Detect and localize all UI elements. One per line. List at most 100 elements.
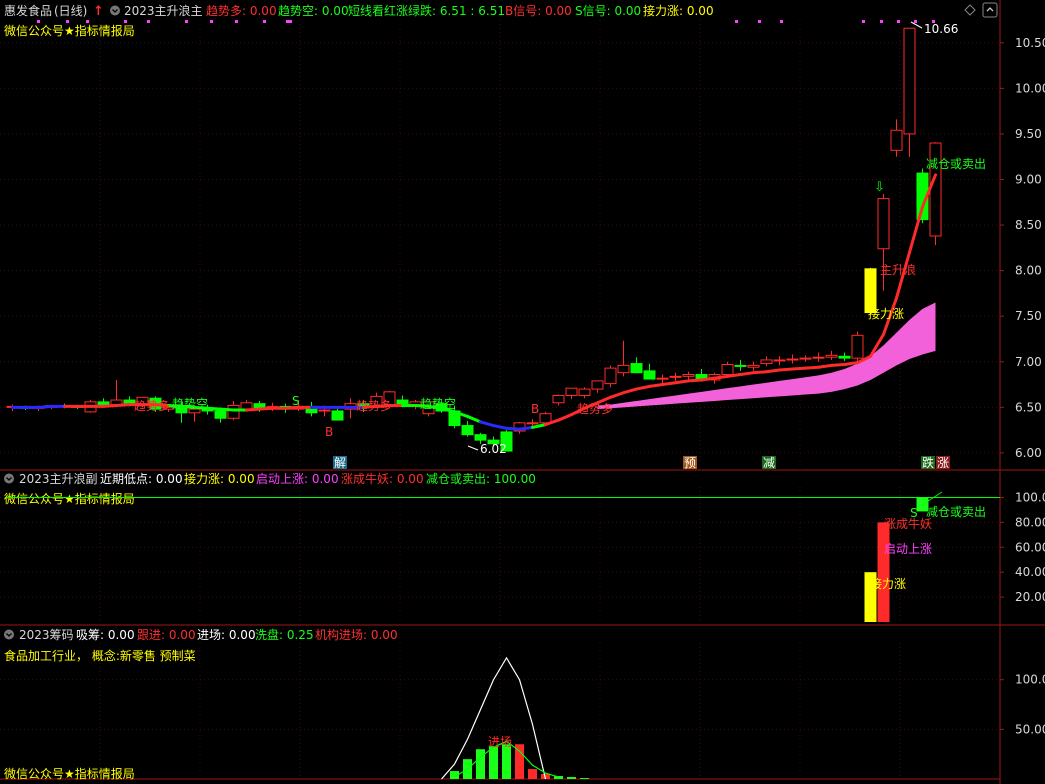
chart-label-3: S	[292, 394, 300, 408]
chart-label-5: 趋势空	[420, 397, 456, 411]
trend-segment	[791, 366, 807, 371]
chip-param-0: 吸筹: 0.00	[76, 628, 135, 642]
signal-dot	[914, 20, 917, 23]
candle	[604, 365, 617, 388]
down-arrow-icon: ⇩	[874, 180, 885, 195]
chart-label-10: 主升浪	[880, 262, 916, 277]
signal-dot	[880, 20, 883, 23]
signal-dot	[210, 20, 213, 23]
sub-param-0: 近期低点: 0.00	[100, 472, 183, 486]
indicator-settings-icon[interactable]	[110, 5, 120, 16]
price-tick-label: 9.00	[1015, 172, 1042, 186]
signal-dot	[235, 20, 238, 23]
sub-param-1: 接力涨: 0.00	[184, 471, 255, 486]
signal-dot	[780, 20, 783, 23]
bottom-tag-label: 跌	[922, 455, 934, 470]
chip-param-1: 跟进: 0.00	[137, 628, 196, 642]
trend-segment	[739, 371, 755, 377]
price-tick-label: 8.00	[1015, 264, 1042, 278]
chip-indicator-name[interactable]: 2023筹码	[19, 628, 74, 642]
trend-segment	[219, 407, 235, 412]
main-indicator-name[interactable]: 2023主升浪主	[124, 3, 203, 18]
chart-label-0: 趋势多	[134, 399, 170, 413]
chart-label-4: 趋势多	[356, 399, 392, 413]
chip-param-3: 洗盘: 0.25	[255, 627, 314, 642]
signal-dot	[263, 20, 266, 23]
trend-segment	[206, 406, 222, 411]
bottom-tag-3: 跌	[921, 455, 935, 470]
trend-segment	[115, 403, 131, 407]
candle	[851, 331, 864, 361]
trend-segment	[765, 368, 781, 374]
trend-segment	[102, 403, 118, 408]
signal-dot	[897, 20, 900, 23]
main-param-2: 短线看红涨绿跌: 6.51 : 6.51	[348, 3, 505, 18]
trend-segment	[505, 426, 521, 431]
price-tick-label: 8.50	[1015, 218, 1042, 232]
signal-dot	[185, 20, 188, 23]
main-param-3: B信号: 0.00	[505, 4, 572, 18]
price-tick-label: 9.50	[1015, 127, 1042, 141]
period-label[interactable]: (日线)	[54, 4, 87, 18]
trend-segment	[687, 378, 703, 383]
main-param-5: 接力涨: 0.00	[643, 3, 714, 18]
sub-tick-label: 100.00	[1015, 490, 1045, 504]
trend-segment	[830, 362, 846, 367]
chip-param-2: 进场: 0.00	[197, 628, 256, 642]
stock-name[interactable]: 惠发食品	[4, 3, 52, 18]
chip-bar	[567, 777, 576, 779]
trend-segment	[817, 363, 833, 369]
industry-concept-line: 食品加工行业， 概念:新零售 预制菜	[4, 648, 196, 663]
trend-segment	[518, 425, 534, 431]
low-price-label: 6.02	[480, 442, 507, 456]
sub-tick-label: 60.00	[1015, 540, 1045, 554]
chip-settings-icon[interactable]	[4, 629, 14, 640]
main-indicator-params: 趋势多: 0.00 趋势空: 0.00 短线看红涨绿跌: 6.51 : 6.51 B信…	[206, 3, 714, 18]
chart-label-6: B	[531, 402, 539, 416]
background	[0, 0, 1045, 784]
sub-label-3: S	[910, 506, 918, 520]
trend-segment	[648, 383, 664, 388]
chart-label-7: 趋势多	[577, 402, 613, 416]
trend-segment	[674, 379, 690, 385]
chip-label-jinchang: 进场	[488, 735, 512, 749]
high-price-label: 10.66	[924, 22, 958, 36]
sub-param-3: 涨成牛妖: 0.00	[341, 471, 424, 486]
main-param-4: S信号: 0.00	[575, 4, 641, 18]
trend-segment	[713, 374, 729, 380]
sub-tick-label: 80.00	[1015, 515, 1045, 529]
chip-bar	[580, 778, 589, 779]
main-watermark: 微信公众号★指标情报局	[4, 23, 135, 38]
signal-dot	[735, 20, 738, 23]
bottom-tag-label: 解	[334, 456, 346, 470]
sub-label-4: 减仓或卖出	[926, 505, 986, 519]
trend-segment	[752, 370, 768, 375]
signal-dot	[758, 20, 761, 23]
sub-indicator-name[interactable]: 2023主升浪副	[19, 471, 98, 486]
bottom-tag-4: 涨	[936, 455, 950, 470]
trend-segment	[700, 376, 716, 382]
sub-param-4: 减仓或卖出: 100.00	[426, 472, 536, 486]
chart-label-1: 趋势空	[172, 397, 208, 411]
chip-bar	[528, 769, 537, 779]
trend-segment	[778, 367, 794, 372]
price-tick-label: 10.50	[1015, 36, 1045, 50]
price-tick-label: 6.00	[1015, 446, 1042, 460]
sub-label-1: 启动上涨	[884, 541, 932, 556]
trend-segment	[258, 406, 274, 411]
chip-param-4: 机构进场: 0.00	[315, 627, 398, 642]
chip-tick-label: 50.00	[1015, 722, 1045, 736]
trend-segment	[245, 407, 261, 412]
sub-settings-icon[interactable]	[4, 473, 14, 484]
chart-label-8: 接力涨	[868, 306, 904, 321]
trend-segment	[726, 373, 742, 378]
kline-chart-window: 惠发食品 (日线) ↑ 2023主升浪主 趋势多: 0.00 趋势空: 0.00 短…	[0, 0, 1045, 784]
bottom-tag-label: 涨	[937, 455, 949, 470]
sub-tick-label: 40.00	[1015, 565, 1045, 579]
chip-bar	[489, 746, 498, 779]
bottom-tag-1: 预	[683, 456, 697, 470]
bottom-tag-label: 减	[763, 456, 775, 470]
bottom-tag-0: 解	[333, 456, 347, 470]
chip-watermark: 微信公众号★指标情报局	[4, 766, 135, 781]
chart-label-11: 减仓或卖出	[926, 157, 986, 171]
